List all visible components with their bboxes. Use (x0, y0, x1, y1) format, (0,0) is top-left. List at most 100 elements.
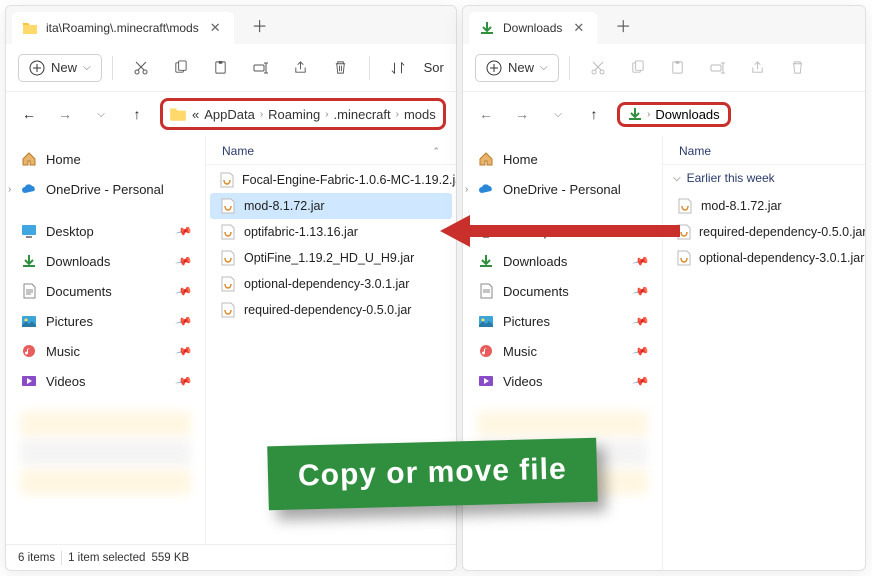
rename-button[interactable] (700, 51, 736, 85)
sidebar-item-desktop[interactable]: Desktop📌 (469, 216, 656, 246)
plus-circle-icon (486, 60, 502, 76)
download-icon (20, 252, 38, 270)
pin-icon: 📌 (632, 282, 650, 300)
new-tab-button[interactable]: ＋ (607, 9, 639, 41)
delete-button[interactable] (780, 51, 816, 85)
sidebar-item-home[interactable]: Home (12, 144, 199, 174)
pin-icon: 📌 (632, 222, 650, 240)
sort-asc-icon: ⌃ (432, 146, 440, 157)
close-icon[interactable]: ✕ (570, 20, 587, 36)
sidebar-item-pictures[interactable]: Pictures📌 (12, 306, 199, 336)
expand-icon[interactable]: › (465, 184, 468, 195)
file-item[interactable]: optifabric-1.13.16.jar (210, 219, 452, 245)
pin-icon: 📌 (632, 372, 650, 390)
sidebar-item-music[interactable]: Music📌 (12, 336, 199, 366)
file-item[interactable]: optional-dependency-3.0.1.jar (210, 271, 452, 297)
sidebar-item-downloads[interactable]: Downloads📌 (469, 246, 656, 276)
breadcrumb[interactable]: Roaming (268, 107, 320, 122)
share-button[interactable] (283, 51, 319, 85)
blurred-item (477, 411, 648, 437)
address-bar[interactable]: › Downloads (617, 102, 731, 127)
up-button[interactable]: ↑ (581, 101, 607, 127)
paste-button[interactable] (203, 51, 239, 85)
sidebar-item-onedrive[interactable]: ›OneDrive - Personal (12, 174, 199, 204)
breadcrumb[interactable]: Downloads (655, 107, 719, 122)
file-item[interactable]: required-dependency-0.5.0.jar (210, 297, 452, 323)
new-button[interactable]: New ⌵ (475, 54, 559, 82)
file-item[interactable]: mod-8.1.72.jar (210, 193, 452, 219)
paste-button[interactable] (660, 51, 696, 85)
tab-title: Downloads (503, 21, 562, 35)
share-button[interactable] (740, 51, 776, 85)
sidebar-item-documents[interactable]: Documents📌 (469, 276, 656, 306)
sidebar-item-pictures[interactable]: Pictures📌 (469, 306, 656, 336)
breadcrumb[interactable]: .minecraft (334, 107, 391, 122)
cut-button[interactable] (123, 51, 159, 85)
new-label: New (51, 60, 77, 75)
annotation-banner: Copy or move file (267, 438, 597, 511)
column-header-name[interactable]: Name⌃ (206, 136, 456, 165)
chevron-right-icon: › (647, 109, 650, 120)
jar-icon (677, 250, 691, 266)
rename-button[interactable] (243, 51, 279, 85)
pin-icon: 📌 (632, 342, 650, 360)
blurred-item (20, 411, 191, 437)
expand-icon[interactable]: › (8, 184, 11, 195)
forward-button[interactable]: → (52, 101, 78, 127)
pin-icon: 📌 (632, 312, 650, 330)
pictures-icon (477, 312, 495, 330)
window-body: Home ›OneDrive - Personal Desktop📌 Downl… (463, 136, 865, 570)
download-icon (477, 252, 495, 270)
chevron-down-icon: ⌵ (540, 62, 548, 73)
toolbar: New ⌵ (463, 44, 865, 92)
sidebar-item-desktop[interactable]: Desktop📌 (12, 216, 199, 246)
tab-downloads[interactable]: Downloads ✕ (469, 12, 597, 44)
forward-button[interactable]: → (509, 101, 535, 127)
sort-button[interactable] (380, 51, 416, 85)
sidebar-item-downloads[interactable]: Downloads📌 (12, 246, 199, 276)
sidebar-item-videos[interactable]: Videos📌 (469, 366, 656, 396)
desktop-icon (477, 222, 495, 240)
videos-icon (20, 372, 38, 390)
address-bar[interactable]: « AppData› Roaming› .minecraft› mods (160, 98, 446, 130)
new-tab-button[interactable]: ＋ (244, 9, 276, 41)
toolbar: New ⌵ Sor (6, 44, 456, 92)
new-button[interactable]: New ⌵ (18, 54, 102, 82)
file-item[interactable]: mod-8.1.72.jar (667, 193, 861, 219)
up-button[interactable]: ↑ (124, 101, 150, 127)
sidebar-item-documents[interactable]: Documents📌 (12, 276, 199, 306)
group-header[interactable]: ⌵Earlier this week (663, 165, 865, 191)
nav-row: ← → ⌵ ↑ › Downloads (463, 92, 865, 136)
copy-button[interactable] (163, 51, 199, 85)
cut-button[interactable] (580, 51, 616, 85)
recent-chevron[interactable]: ⌵ (88, 101, 114, 127)
tab-bar: ita\Roaming\.minecraft\mods ✕ ＋ (6, 6, 456, 44)
file-item[interactable]: required-dependency-0.5.0.jar (667, 219, 861, 245)
jar-icon (677, 198, 693, 214)
column-header-name[interactable]: Name (663, 136, 865, 165)
delete-button[interactable] (323, 51, 359, 85)
sidebar-item-onedrive[interactable]: ›OneDrive - Personal (469, 174, 656, 204)
close-icon[interactable]: ✕ (207, 20, 224, 36)
home-icon (20, 150, 38, 168)
chevron-right-icon: › (396, 109, 399, 120)
back-button[interactable]: ← (16, 101, 42, 127)
file-list: Focal-Engine-Fabric-1.0.6-MC-1.19.2.jar … (206, 165, 456, 325)
tab-bar: Downloads ✕ ＋ (463, 6, 865, 44)
music-icon (477, 342, 495, 360)
sidebar-item-music[interactable]: Music📌 (469, 336, 656, 366)
sidebar-item-home[interactable]: Home (469, 144, 656, 174)
tab-mods[interactable]: ita\Roaming\.minecraft\mods ✕ (12, 12, 234, 44)
file-item[interactable]: optional-dependency-3.0.1.jar (667, 245, 861, 271)
copy-button[interactable] (620, 51, 656, 85)
desktop-icon (20, 222, 38, 240)
file-item[interactable]: Focal-Engine-Fabric-1.0.6-MC-1.19.2.jar (210, 167, 452, 193)
breadcrumb[interactable]: mods (404, 107, 436, 122)
breadcrumb[interactable]: AppData (204, 107, 255, 122)
pin-icon: 📌 (175, 282, 193, 300)
pin-icon: 📌 (632, 252, 650, 270)
file-item[interactable]: OptiFine_1.19.2_HD_U_H9.jar (210, 245, 452, 271)
recent-chevron[interactable]: ⌵ (545, 101, 571, 127)
sidebar-item-videos[interactable]: Videos📌 (12, 366, 199, 396)
back-button[interactable]: ← (473, 101, 499, 127)
